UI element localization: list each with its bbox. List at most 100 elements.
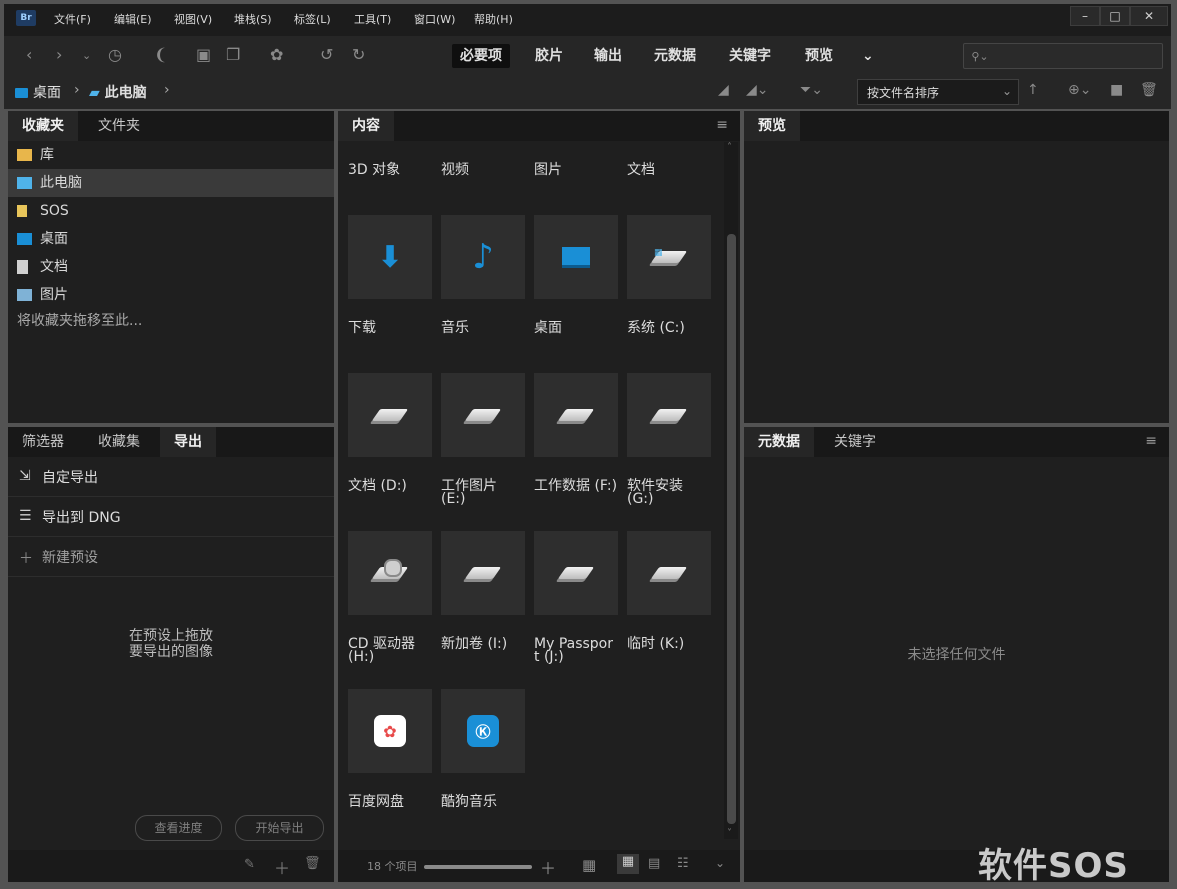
- zoom-in-icon[interactable]: ＋: [540, 855, 556, 879]
- forward-icon[interactable]: ›: [56, 45, 62, 64]
- item-label: 临时 (K:): [627, 636, 685, 652]
- recent-icon[interactable]: ◷: [108, 45, 122, 64]
- grid-lock-icon[interactable]: ▦: [582, 856, 596, 874]
- menu-tools[interactable]: 工具(T): [354, 11, 391, 27]
- refine-icon[interactable]: ❐: [226, 45, 240, 64]
- thumbnail-view-icon[interactable]: ▦: [617, 854, 639, 874]
- panel-menu-icon[interactable]: ≡: [716, 117, 728, 133]
- export-row-new-preset[interactable]: ＋ 新建预设: [8, 537, 334, 577]
- item-drive-k[interactable]: [627, 531, 712, 615]
- filter-icon[interactable]: ⏷⌄: [800, 82, 823, 98]
- menu-view[interactable]: 视图(V): [174, 11, 212, 27]
- item-drive-e[interactable]: [441, 373, 526, 457]
- thumbnail-size-slider[interactable]: [424, 865, 532, 869]
- watermark-logo: 软件SOS: [978, 846, 1129, 886]
- rotate-left-icon[interactable]: ↺: [320, 45, 333, 64]
- favorite-library[interactable]: 库: [8, 141, 334, 169]
- menu-help[interactable]: 帮助(H): [474, 11, 513, 27]
- view-options-chevron-icon[interactable]: ⌄: [715, 856, 725, 870]
- export-row-custom[interactable]: ⇲ 自定导出: [8, 457, 334, 497]
- workspace-filmstrip[interactable]: 胶片: [527, 44, 571, 68]
- menu-label[interactable]: 标签(L): [294, 11, 331, 27]
- rotate-right-icon[interactable]: ↻: [352, 45, 365, 64]
- item-cd-drive-h[interactable]: [348, 531, 433, 615]
- maximize-button[interactable]: □: [1100, 6, 1130, 26]
- item-label: 新加卷 (I:): [441, 636, 508, 652]
- tab-favorites[interactable]: 收藏夹: [8, 111, 78, 141]
- item-baidu-netdisk[interactable]: ✿: [348, 689, 433, 773]
- scroll-up-icon[interactable]: ˄: [727, 142, 732, 153]
- item-drive-g[interactable]: [627, 373, 712, 457]
- tab-collections[interactable]: 收藏集: [84, 427, 154, 457]
- tab-filter[interactable]: 筛选器: [8, 427, 78, 457]
- music-note-icon: ♪: [472, 237, 494, 277]
- metadata-panel: 元数据 关键字 ≡ 未选择任何文件: [744, 427, 1169, 882]
- boomerang-icon[interactable]: ❨: [154, 45, 167, 64]
- tab-metadata[interactable]: 元数据: [744, 427, 814, 457]
- menu-stack[interactable]: 堆栈(S): [234, 11, 272, 27]
- item-drive-i[interactable]: [441, 531, 526, 615]
- tab-keywords[interactable]: 关键字: [820, 427, 890, 457]
- tab-export[interactable]: 导出: [160, 427, 216, 457]
- workspace-preview[interactable]: 预览: [797, 44, 841, 68]
- favorite-desktop[interactable]: 桌面: [8, 225, 334, 253]
- tab-preview[interactable]: 预览: [744, 111, 800, 141]
- favorite-label: SOS: [40, 203, 69, 219]
- open-recent-icon[interactable]: ⊕⌄: [1068, 82, 1091, 98]
- camera-icon[interactable]: ▣: [196, 45, 211, 64]
- sort-dropdown[interactable]: 按文件名排序 ⌄: [857, 79, 1019, 105]
- sync-icon[interactable]: ✿: [270, 45, 283, 64]
- workspace-essentials[interactable]: 必要项: [452, 44, 510, 68]
- item-drive-j[interactable]: [534, 531, 619, 615]
- item-desktop[interactable]: [534, 215, 619, 299]
- chevron-down-icon[interactable]: ⌄: [82, 49, 91, 62]
- item-drive-d[interactable]: [348, 373, 433, 457]
- drop-hint-line: 要导出的图像: [129, 644, 213, 660]
- workspace-metadata[interactable]: 元数据: [646, 44, 704, 68]
- item-kugou[interactable]: Ⓚ: [441, 689, 526, 773]
- favorite-sos[interactable]: SOS: [8, 197, 334, 225]
- menu-window[interactable]: 窗口(W): [414, 11, 455, 27]
- workspace-more-chevron[interactable]: ⌄: [854, 44, 882, 68]
- bridge-app-icon: Br: [16, 10, 36, 26]
- trash-icon[interactable]: 🗑: [1140, 82, 1158, 98]
- details-view-icon[interactable]: ▤: [648, 856, 660, 871]
- search-box[interactable]: ⚲⌄: [963, 43, 1163, 69]
- edit-icon[interactable]: ✎: [244, 857, 255, 872]
- search-icon[interactable]: ⚲⌄: [964, 44, 996, 68]
- breadcrumb-desktop[interactable]: 桌面: [15, 82, 61, 102]
- favorite-documents[interactable]: 文档: [8, 253, 334, 281]
- drive-icon: [557, 567, 595, 579]
- top-label: 视频: [441, 162, 469, 178]
- export-row-dng[interactable]: ☰ 导出到 DNG: [8, 497, 334, 537]
- tab-folders[interactable]: 文件夹: [84, 111, 154, 141]
- scrollbar-thumb[interactable]: [727, 234, 736, 824]
- panel-menu-icon[interactable]: ≡: [1145, 433, 1157, 449]
- close-button[interactable]: ✕: [1130, 6, 1168, 26]
- item-drive-f[interactable]: [534, 373, 619, 457]
- menu-file[interactable]: 文件(F): [54, 11, 91, 27]
- view-progress-button[interactable]: 查看进度: [135, 815, 222, 841]
- content-scrollbar[interactable]: ˄ ˅: [724, 142, 738, 839]
- item-downloads[interactable]: ⬇: [348, 215, 433, 299]
- tab-content[interactable]: 内容: [338, 111, 394, 141]
- new-folder-icon[interactable]: ■: [1110, 82, 1123, 98]
- start-export-button[interactable]: 开始导出: [235, 815, 324, 841]
- workspace-keywords[interactable]: 关键字: [721, 44, 779, 68]
- breadcrumb-this-pc[interactable]: ▰ 此电脑: [89, 82, 147, 102]
- list-view-icon[interactable]: ☷: [677, 856, 689, 871]
- rating-filter-icon[interactable]: ◢: [718, 82, 729, 98]
- favorite-pictures[interactable]: 图片: [8, 281, 334, 309]
- workspace-output[interactable]: 输出: [586, 44, 630, 68]
- quality-icon[interactable]: ◢⌄: [746, 82, 769, 98]
- sort-ascending-icon[interactable]: ↑: [1027, 82, 1039, 98]
- trash-icon[interactable]: 🗑: [304, 856, 321, 871]
- favorite-this-pc[interactable]: 此电脑: [8, 169, 334, 197]
- back-icon[interactable]: ‹: [26, 45, 32, 64]
- minimize-button[interactable]: –: [1070, 6, 1100, 26]
- menu-edit[interactable]: 编辑(E): [114, 11, 152, 27]
- add-icon[interactable]: ＋: [274, 855, 290, 879]
- item-system-c[interactable]: ▦: [627, 215, 712, 299]
- item-music[interactable]: ♪: [441, 215, 526, 299]
- scroll-down-icon[interactable]: ˅: [727, 828, 732, 839]
